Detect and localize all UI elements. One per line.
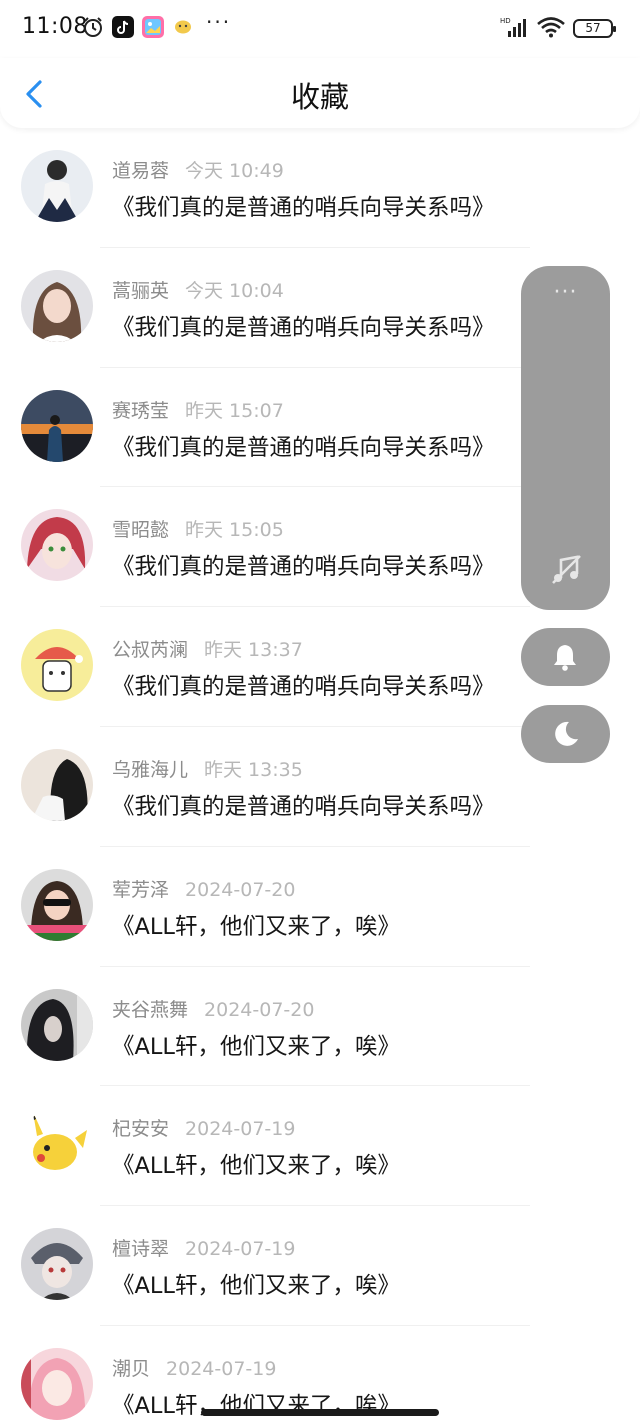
dark-mode-button[interactable]: [521, 705, 610, 763]
tiktok-app-icon: [112, 16, 134, 38]
avatar[interactable]: [21, 150, 93, 222]
signal-icon: HD: [500, 17, 526, 37]
timestamp: 2024-07-19: [185, 1118, 296, 1141]
item-title: 《ALL轩，他们又来了，唉》: [112, 1033, 400, 1060]
timestamp: 2024-07-20: [204, 998, 315, 1021]
music-off-icon[interactable]: [549, 552, 583, 586]
item-title: 《我们真的是普通的哨兵向导关系吗》: [112, 314, 495, 341]
avatar[interactable]: [21, 1347, 93, 1420]
list-item[interactable]: 杞安安 2024-07-19 《ALL轩，他们又来了，唉》: [0, 1086, 640, 1207]
svg-text:HD: HD: [500, 17, 511, 25]
author-name: 公叔芮澜: [112, 639, 189, 662]
floating-panel: ···: [521, 266, 610, 610]
battery-indicator: 57: [573, 19, 616, 38]
status-bar: 11:08 ··· HD 57: [0, 0, 640, 58]
home-indicator[interactable]: [201, 1409, 439, 1416]
avatar[interactable]: [21, 1108, 93, 1181]
timestamp: 今天 10:04: [185, 279, 284, 302]
more-notifications-icon: ···: [206, 10, 232, 34]
item-title: 《ALL轩，他们又来了，唉》: [112, 913, 400, 940]
list-item[interactable]: 夹谷燕舞 2024-07-20 《ALL轩，他们又来了，唉》: [0, 967, 640, 1087]
item-title: 《我们真的是普通的哨兵向导关系吗》: [112, 195, 495, 221]
author-name: 檀诗翠: [112, 1238, 170, 1261]
status-time: 11:08: [22, 14, 88, 39]
item-title: 《我们真的是普通的哨兵向导关系吗》: [112, 434, 495, 461]
avatar[interactable]: [21, 509, 93, 582]
avatar[interactable]: [21, 389, 93, 462]
more-icon[interactable]: ···: [521, 280, 610, 305]
list-item[interactable]: 道易蓉 今天 10:49 《我们真的是普通的哨兵向导关系吗》: [0, 128, 640, 248]
gallery-app-icon: [142, 16, 164, 38]
timestamp: 2024-07-19: [185, 1238, 296, 1261]
timestamp: 2024-07-19: [166, 1357, 277, 1380]
author-name: 赛琇莹: [112, 399, 170, 422]
item-title: 《我们真的是普通的哨兵向导关系吗》: [112, 674, 495, 701]
avatar[interactable]: [21, 868, 93, 941]
timestamp: 昨天 15:05: [185, 519, 284, 542]
timestamp: 昨天 15:07: [185, 399, 284, 422]
page-title: 收藏: [290, 80, 349, 114]
timestamp: 2024-07-20: [185, 878, 296, 901]
header: 收藏: [0, 58, 640, 128]
wifi-icon: [537, 17, 565, 38]
item-title: 《ALL轩，他们又来了，唉》: [112, 1273, 400, 1300]
bell-icon: [554, 645, 576, 671]
item-title: 《我们真的是普通的哨兵向导关系吗》: [112, 793, 495, 820]
avatar[interactable]: [21, 748, 93, 821]
author-name: 雪昭懿: [112, 519, 170, 542]
avatar[interactable]: [21, 988, 93, 1061]
timestamp: 昨天 13:35: [204, 758, 303, 781]
timestamp: 今天 10:49: [185, 160, 284, 182]
wechat-icon: [175, 20, 191, 34]
author-name: 蒿骊英: [112, 279, 170, 302]
list-item[interactable]: 檀诗翠 2024-07-19 《ALL轩，他们又来了，唉》: [0, 1206, 640, 1326]
list-item[interactable]: 荤芳泽 2024-07-20 《ALL轩，他们又来了，唉》: [0, 847, 640, 967]
author-name: 夹谷燕舞: [112, 998, 189, 1021]
avatar[interactable]: [21, 1228, 93, 1301]
alarm-icon: [84, 17, 102, 37]
author-name: 道易蓉: [112, 160, 170, 182]
item-title: 《我们真的是普通的哨兵向导关系吗》: [112, 554, 495, 581]
item-title: 《ALL轩，他们又来了，唉》: [112, 1153, 400, 1180]
avatar[interactable]: [21, 269, 93, 342]
author-name: 杞安安: [112, 1118, 170, 1141]
notification-button[interactable]: [521, 628, 610, 686]
timestamp: 昨天 13:37: [204, 639, 303, 662]
avatar[interactable]: [21, 629, 93, 702]
author-name: 荤芳泽: [112, 878, 170, 901]
author-name: 潮贝: [112, 1357, 151, 1380]
moon-icon: [555, 721, 578, 746]
author-name: 乌雅海儿: [112, 758, 189, 781]
